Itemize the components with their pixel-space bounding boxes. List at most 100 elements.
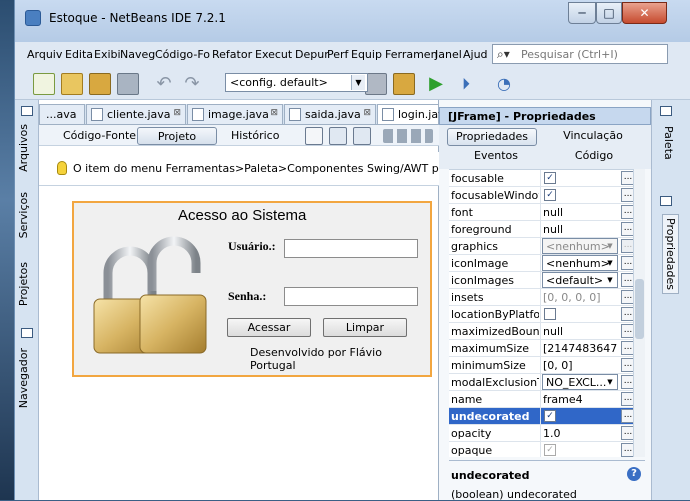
tab-eventos[interactable]: Eventos [461,148,531,166]
undo-icon[interactable]: ↶ [153,73,175,95]
menu-codigo-fonte[interactable]: Código-Fo [155,48,210,61]
prop-combo[interactable]: <default> ▼ [542,272,618,288]
prop-row-maximumsize[interactable]: maximumSize [2147483647... ... [449,340,645,357]
prop-row-foreground[interactable]: foreground null ... [449,221,645,238]
restore-window-icon[interactable] [21,106,33,116]
tab-propriedades[interactable]: Propriedades [447,128,537,146]
prop-row-name[interactable]: name frame4 ... [449,391,645,408]
tab-servicos[interactable]: Serviços [17,192,30,238]
run-icon[interactable]: ▶ [425,73,447,95]
new-file-icon[interactable] [33,73,55,95]
restore-window-icon-2[interactable] [21,328,33,338]
menu-ferramentas[interactable]: Ferramen [385,48,438,61]
tab-vinculacao[interactable]: Vinculação [553,128,633,146]
menu-executar[interactable]: Execut [255,48,292,61]
selection-mode-icon[interactable] [305,127,323,145]
prop-row-focusablewindowstate[interactable]: focusableWindowS ✓ ... [449,187,645,204]
history-tab[interactable]: Histórico [225,127,285,145]
menu-refatorar[interactable]: Refator [212,48,252,61]
prop-row-maximizedbounds[interactable]: maximizedBounds null ... [449,323,645,340]
prop-value[interactable]: [2147483647... [543,342,617,355]
new-project-icon[interactable] [61,73,83,95]
menu-editar[interactable]: Edita [65,48,93,61]
source-tab[interactable]: Código-Fonte [57,127,142,145]
menu-perfil[interactable]: Perf [327,48,348,61]
close-tab-icon[interactable]: ⊠ [270,108,278,118]
tab-navegador[interactable]: Navegador [17,348,30,408]
prop-combo[interactable]: <nenhum> ▼ [542,255,618,271]
password-input[interactable] [284,287,418,306]
build-hammer-icon[interactable] [365,73,387,95]
prop-row-iconimages[interactable]: iconImages <default> ▼ ... [449,272,645,289]
help-icon[interactable]: ? [627,467,641,481]
prop-row-focusable[interactable]: focusable ✓ ... [449,170,645,187]
prop-row-locationbyplatform[interactable]: locationByPlatform ... [449,306,645,323]
open-project-icon[interactable] [89,73,111,95]
maximize-button[interactable]: □ [596,2,622,24]
prop-value[interactable]: frame4 [543,393,617,406]
prop-row-graphics[interactable]: graphics <nenhum> ▼ ... [449,238,645,255]
menu-janela[interactable]: Janel [435,48,462,61]
tab-arquivos[interactable]: Arquivos [17,124,30,172]
file-tab-label: cliente.java [107,108,171,121]
menu-navegar[interactable]: Naveg [120,48,155,61]
menu-ajuda[interactable]: Ajud [463,48,488,61]
prop-value[interactable]: null [543,206,617,219]
restore-window-icon-3[interactable] [660,106,672,116]
tab-projetos[interactable]: Projetos [17,262,30,306]
scrollbar-thumb[interactable] [635,279,644,339]
close-tab-icon[interactable]: ⊠ [173,108,181,118]
clean-build-icon[interactable] [393,73,415,95]
close-tab-icon[interactable]: ⊠ [363,108,371,118]
close-button[interactable]: ✕ [622,2,667,24]
prop-row-insets[interactable]: insets [0, 0, 0, 0] ... [449,289,645,306]
menu-arquivo[interactable]: Arquiv [27,48,62,61]
checkbox[interactable] [544,308,556,320]
prop-row-undecorated[interactable]: undecorated ✓ ... [449,408,645,425]
config-select[interactable]: <config. default> ▼ [225,73,368,92]
prop-value[interactable]: 1.0 [543,427,617,440]
checkbox[interactable]: ✓ [544,410,556,422]
prop-row-font[interactable]: font null ... [449,204,645,221]
prop-name: maximumSize [451,342,530,355]
login-button[interactable]: Acessar [227,318,311,337]
checkbox[interactable]: ✓ [544,172,556,184]
file-tab-image[interactable]: image.java ⊠ [187,104,283,124]
clear-button[interactable]: Limpar [323,318,407,337]
restore-window-icon-4[interactable] [660,196,672,206]
tab-paleta[interactable]: Paleta [662,126,675,160]
file-tab-login[interactable]: login.java [377,104,451,124]
redo-icon[interactable]: ↷ [181,73,203,95]
prop-row-opaque[interactable]: opaque ✓ ... [449,442,645,457]
prop-combo[interactable]: NO_EXCL... ▼ [542,374,618,390]
preview-design-icon[interactable] [353,127,371,145]
prop-row-modalexclusiontype[interactable]: modalExclusionType NO_EXCL...▼ ... [449,374,645,391]
search-box[interactable]: ⌕▾ Pesquisar (Ctrl+I) [492,44,668,64]
debug-icon[interactable]: ⏵ [455,73,477,95]
tab-propriedades-side[interactable]: Propriedades [662,214,679,294]
file-tab-0[interactable]: ...ava [39,104,85,124]
prop-name: maximizedBounds [451,325,539,338]
file-tab-cliente[interactable]: cliente.java ⊠ [86,104,186,124]
profile-icon[interactable]: ◔ [493,73,515,95]
prop-row-minimumsize[interactable]: minimumSize [0, 0] ... [449,357,645,374]
user-input[interactable] [284,239,418,258]
checkbox[interactable]: ✓ [544,189,556,201]
design-tab[interactable]: Projeto [137,127,217,145]
menu-equipe[interactable]: Equip [351,48,382,61]
menu-exibir[interactable]: Exibi [94,48,121,61]
file-tab-saida[interactable]: saida.java ⊠ [284,104,376,124]
prop-value[interactable]: null [543,325,617,338]
connection-mode-icon[interactable] [329,127,347,145]
prop-value[interactable]: null [543,223,617,236]
prop-value[interactable]: [0, 0] [543,359,617,372]
properties-scrollbar[interactable] [633,169,645,457]
align-icons[interactable] [383,129,433,143]
tab-codigo[interactable]: Código [559,148,629,166]
save-all-icon[interactable] [117,73,139,95]
minimize-button[interactable]: ─ [568,2,596,24]
prop-row-opacity[interactable]: opacity 1.0 ... [449,425,645,442]
prop-row-iconimage[interactable]: iconImage <nenhum> ▼ ... [449,255,645,272]
login-form-frame[interactable]: Acesso ao Sistema Usuário.: Senha.: Aces… [72,201,432,377]
menu-depurar[interactable]: Depur [295,48,329,61]
